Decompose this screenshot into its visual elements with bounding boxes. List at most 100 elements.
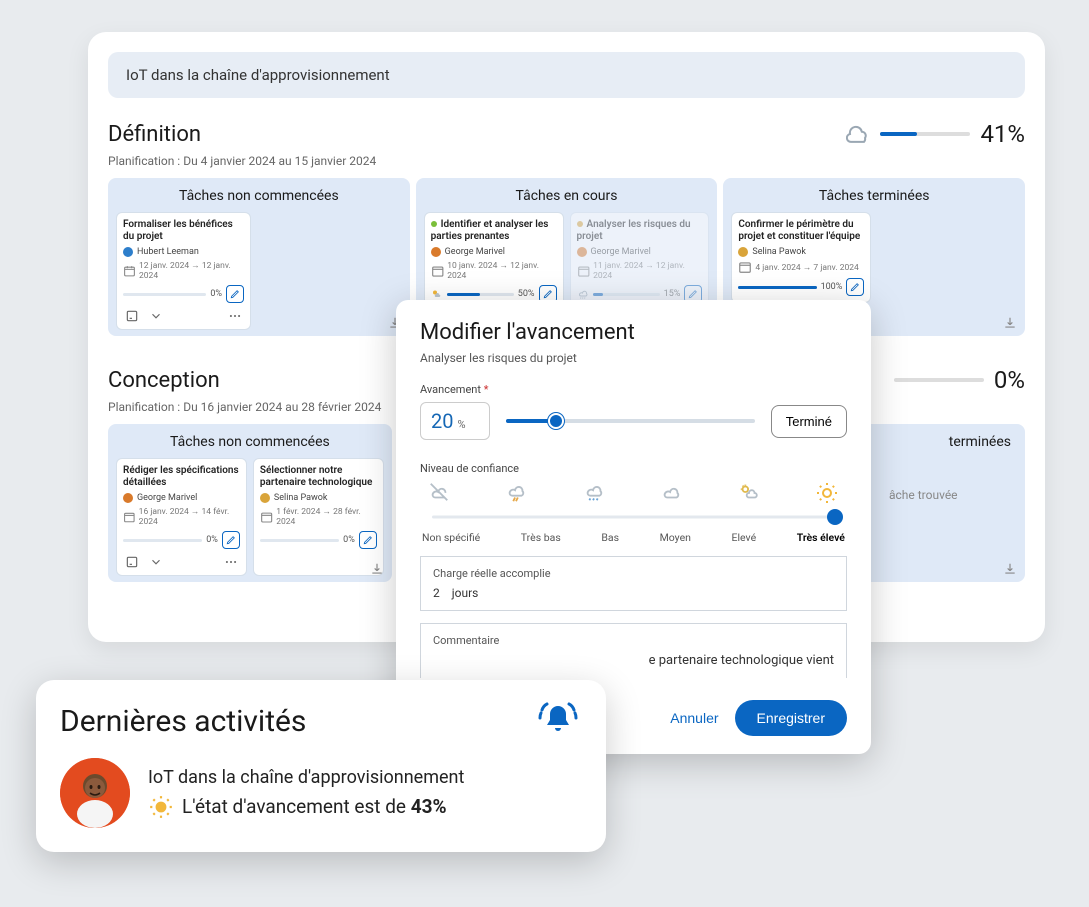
download-icon[interactable] xyxy=(370,562,384,576)
section-title-conception: Conception xyxy=(108,368,220,393)
storm-icon[interactable] xyxy=(505,481,527,503)
confidence-labels: Non spécifié Très bas Bas Moyen Elevé Tr… xyxy=(420,531,847,544)
download-icon[interactable] xyxy=(1003,316,1017,330)
task-dates: 16 janv. 2024 → 14 févr. 2024 xyxy=(139,506,240,527)
more-icon[interactable] xyxy=(228,309,242,323)
progress-slider[interactable] xyxy=(506,411,755,431)
status-dot-icon xyxy=(577,221,583,227)
task-pct: 0% xyxy=(343,535,355,545)
comment-field[interactable]: Commentaire e partenaire technologique v… xyxy=(420,623,847,678)
column-title: Tâches non commencées xyxy=(116,188,402,204)
confidence-level-label: Bas xyxy=(601,531,619,544)
comment-fragment: e partenaire technologique vient xyxy=(649,653,834,668)
cloud-rain-icon[interactable] xyxy=(583,481,605,503)
field-label-progress: Avancement xyxy=(420,383,481,396)
bell-icon[interactable] xyxy=(534,700,582,742)
avatar-icon xyxy=(577,247,587,257)
confidence-icon-row xyxy=(420,481,847,505)
progress-unit: % xyxy=(457,418,465,431)
task-dates: 11 janv. 2024 → 12 janv. 2024 xyxy=(593,260,702,281)
task-pct: 15% xyxy=(664,289,681,299)
sun-icon[interactable] xyxy=(815,481,839,505)
confidence-level-label: Très bas xyxy=(521,531,561,544)
task-title: Identifier et analyser les parties prena… xyxy=(431,219,549,242)
column-title: Tâches en cours xyxy=(424,188,710,204)
section-title-definition: Définition xyxy=(108,122,201,147)
archive-icon[interactable] xyxy=(125,309,139,323)
task-dates: 10 janv. 2024 → 12 janv. 2024 xyxy=(447,260,556,281)
field-label-confidence: Niveau de confiance xyxy=(420,462,847,475)
cloud-icon xyxy=(846,124,870,144)
chevron-down-icon[interactable] xyxy=(149,555,163,569)
section-pct-conception: 0% xyxy=(994,366,1025,394)
edit-task-button[interactable] xyxy=(359,531,377,549)
task-card[interactable]: Identifier et analyser les parties prena… xyxy=(424,212,564,310)
modal-title: Modifier l'avancement xyxy=(420,320,847,345)
calendar-icon xyxy=(431,264,445,278)
toast-status-text: L'état d'avancement est de xyxy=(182,795,411,818)
task-dates: 12 janv. 2024 → 12 janv. 2024 xyxy=(139,260,244,281)
section-subtitle-definition: Planification : Du 4 janvier 2024 au 15 … xyxy=(108,154,1025,168)
task-card[interactable]: Formaliser les bénéfices du projet Huber… xyxy=(116,212,251,330)
field-label-workload: Charge réelle accomplie xyxy=(433,567,834,580)
pencil-icon xyxy=(850,282,860,292)
pencil-icon xyxy=(226,535,236,545)
confidence-level-label: Très élevé xyxy=(797,531,845,544)
more-icon[interactable] xyxy=(224,555,238,569)
column-not-started: Tâches non commencées Formaliser les bén… xyxy=(108,178,410,336)
task-card[interactable]: Confirmer le périmètre du projet et cons… xyxy=(731,212,871,303)
column-title: Tâches non commencées xyxy=(116,434,384,450)
cloud-icon[interactable] xyxy=(660,481,682,503)
task-title: Analyser les risques du projet xyxy=(577,219,691,242)
task-title: Confirmer le périmètre du projet et cons… xyxy=(738,219,864,243)
sun-icon xyxy=(148,794,174,820)
task-card[interactable]: Analyser les risques du projet George Ma… xyxy=(570,212,710,310)
complete-button[interactable]: Terminé xyxy=(771,405,847,438)
pencil-icon xyxy=(688,289,698,299)
section-pct-definition: 41% xyxy=(980,120,1025,148)
calendar-icon xyxy=(738,260,752,274)
avatar-icon xyxy=(738,247,748,257)
archive-icon[interactable] xyxy=(125,555,139,569)
task-card[interactable]: Rédiger les spécifications détaillées Ge… xyxy=(116,458,247,576)
project-title-bar: IoT dans la chaîne d'approvisionnement xyxy=(108,52,1025,98)
field-label-comment: Commentaire xyxy=(433,634,834,647)
task-dates: 4 janv. 2024 → 7 janv. 2024 xyxy=(755,262,858,273)
sun-cloud-icon[interactable] xyxy=(738,481,760,503)
toast-status-pct: 43% xyxy=(411,795,447,818)
task-assignee: George Marivel xyxy=(137,493,197,503)
task-pct: 0% xyxy=(210,289,222,299)
edit-task-button[interactable] xyxy=(226,285,244,303)
sun-cloud-icon xyxy=(431,288,443,300)
edit-task-button[interactable] xyxy=(222,531,240,549)
chevron-down-icon[interactable] xyxy=(149,309,163,323)
required-asterisk: * xyxy=(484,383,489,396)
confidence-slider[interactable] xyxy=(432,507,835,527)
calendar-icon xyxy=(123,510,136,524)
toast-title: Dernières activités xyxy=(60,704,306,739)
avatar-icon xyxy=(123,247,133,257)
calendar-icon xyxy=(123,264,136,278)
toast-project: IoT dans la chaîne d'approvisionnement xyxy=(148,767,464,788)
task-dates: 1 févr. 2024 → 28 févr. 2024 xyxy=(276,506,377,527)
workload-field[interactable]: Charge réelle accomplie 2 jours xyxy=(420,556,847,611)
cloud-rain-icon xyxy=(577,288,589,300)
pencil-icon xyxy=(363,535,373,545)
confidence-level-label: Elevé xyxy=(732,531,757,544)
column-title: Tâches terminées xyxy=(731,188,1017,204)
task-card[interactable]: Sélectionner notre partenaire technologi… xyxy=(253,458,384,576)
download-icon[interactable] xyxy=(1003,562,1017,576)
workload-value: 2 xyxy=(433,586,440,600)
progress-input[interactable]: 20 % xyxy=(420,402,490,440)
project-title: IoT dans la chaîne d'approvisionnement xyxy=(126,66,390,84)
cloud-off-icon[interactable] xyxy=(428,481,450,503)
task-title: Formaliser les bénéfices du projet xyxy=(123,219,244,243)
edit-task-button[interactable] xyxy=(846,278,864,296)
section-progress-definition: 41% xyxy=(846,120,1025,148)
pencil-icon xyxy=(230,289,240,299)
task-assignee: George Marivel xyxy=(591,247,651,257)
task-assignee: Selina Pawok xyxy=(752,247,806,257)
save-button[interactable]: Enregistrer xyxy=(735,700,847,736)
avatar-icon xyxy=(260,493,270,503)
cancel-button[interactable]: Annuler xyxy=(670,710,718,726)
